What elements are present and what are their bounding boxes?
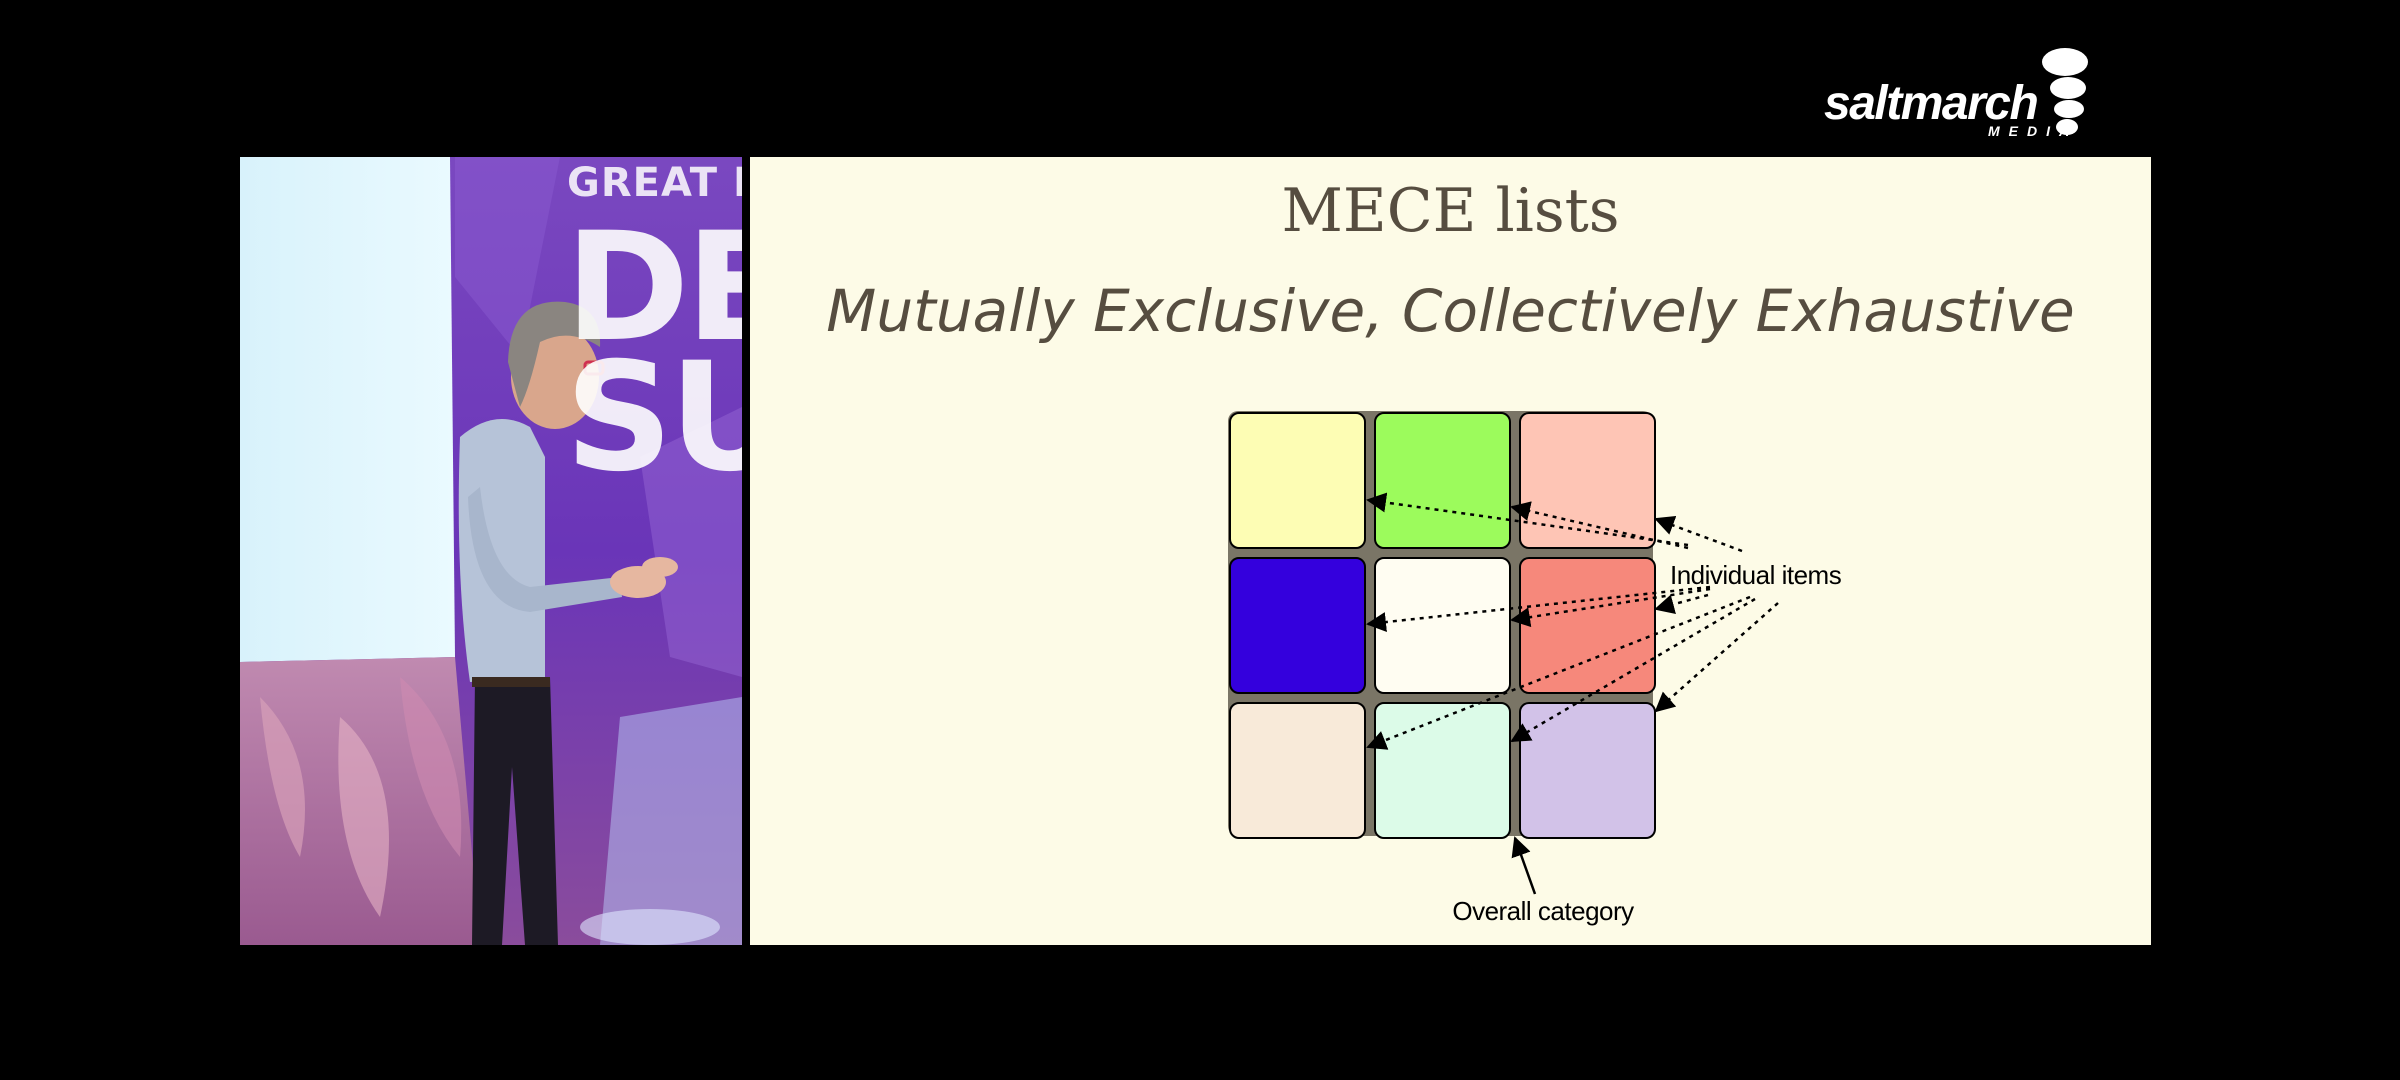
cells-group <box>1229 412 1656 839</box>
grid-cell <box>1519 557 1656 694</box>
grid-cell <box>1229 557 1366 694</box>
stage-banner-text: GREAT IN <box>567 160 742 206</box>
logo-wordmark: saltmarch <box>1824 77 2039 130</box>
grid-cell <box>1374 702 1511 839</box>
arrow-line <box>1654 515 1743 553</box>
stage-banner-text: SU <box>565 331 742 505</box>
video-frame: saltmarch MEDIA GREAT I DE SU MECE lists… <box>0 0 2400 1080</box>
grid-cell <box>1374 412 1511 549</box>
overall-category-arrow <box>1511 836 1537 895</box>
grid-cell <box>1229 702 1366 839</box>
camera-feed: GREAT IN DE SU <box>240 157 742 945</box>
grid-cell <box>1374 557 1511 694</box>
presentation-slide: MECE lists Mutually Exclusive, Collectiv… <box>750 157 2151 945</box>
logo-sub: MEDIA <box>1988 123 2079 139</box>
grid-cell <box>1519 412 1656 549</box>
mece-diagram: Individual items Overall category <box>1228 411 1842 926</box>
individual-items-label: Individual items <box>1670 560 1842 590</box>
grid-cell <box>1229 412 1366 549</box>
grid-cell <box>1519 702 1656 839</box>
overall-category-label: Overall category <box>1452 896 1634 926</box>
arrow-line <box>1654 602 1779 713</box>
saltmarch-logo: saltmarch MEDIA <box>1820 46 2100 146</box>
